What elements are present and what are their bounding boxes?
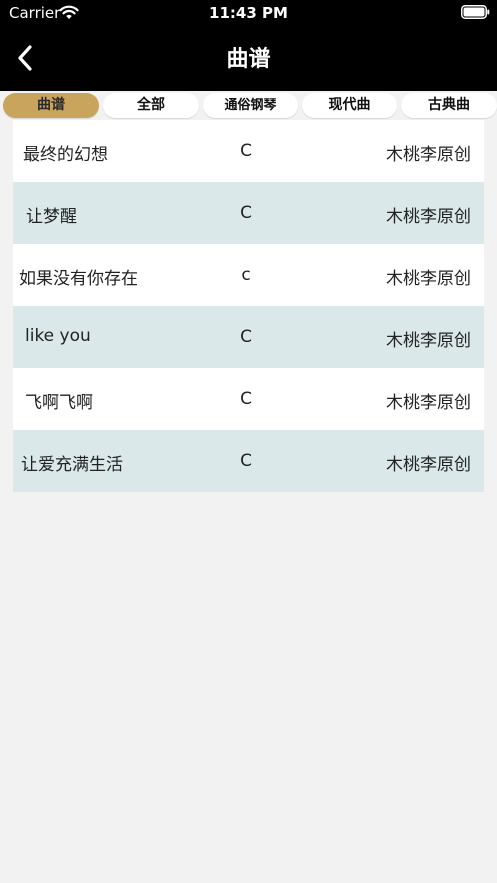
header: Carrier 11:43 PM 曲谱: [0, 0, 497, 91]
song-key: C: [240, 327, 252, 347]
song-row[interactable]: 让梦醒 C 木桃李原创: [13, 182, 484, 244]
song-row[interactable]: 最终的幻想 C 木桃李原创: [13, 120, 484, 182]
song-author: 木桃李原创: [386, 455, 471, 475]
song-author: 木桃李原创: [386, 393, 471, 413]
nav-bar: 曲谱: [0, 26, 497, 91]
song-author: 木桃李原创: [386, 145, 471, 165]
song-title: 如果没有你存在: [19, 269, 138, 289]
tab-sheet-music[interactable]: 曲谱: [3, 93, 99, 118]
song-key: C: [240, 389, 252, 409]
song-author: 木桃李原创: [386, 207, 471, 227]
status-bar: Carrier 11:43 PM: [0, 0, 497, 26]
category-tabs: 曲谱 全部 通俗钢琴 现代曲 古典曲: [0, 91, 497, 119]
song-row[interactable]: 让爱充满生活 C 木桃李原创: [13, 430, 484, 492]
song-title: like you: [25, 326, 91, 346]
song-row[interactable]: 如果没有你存在 c 木桃李原创: [13, 244, 484, 306]
tab-modern[interactable]: 现代曲: [302, 93, 397, 118]
clock: 11:43 PM: [209, 4, 288, 22]
song-title: 让爱充满生活: [21, 455, 123, 475]
tab-classical[interactable]: 古典曲: [401, 93, 497, 118]
song-title: 飞啊飞啊: [25, 393, 93, 413]
song-key: c: [241, 265, 251, 285]
page-title: 曲谱: [226, 47, 271, 72]
battery-icon: [461, 5, 490, 19]
tab-all[interactable]: 全部: [103, 93, 199, 118]
song-author: 木桃李原创: [386, 269, 471, 289]
tab-popular-piano[interactable]: 通俗钢琴: [203, 93, 298, 118]
song-title: 最终的幻想: [23, 145, 108, 165]
song-row[interactable]: 飞啊飞啊 C 木桃李原创: [13, 368, 484, 430]
song-author: 木桃李原创: [386, 331, 471, 351]
song-list: 最终的幻想 C 木桃李原创 让梦醒 C 木桃李原创 如果没有你存在 c 木桃李原…: [13, 120, 484, 492]
song-key: C: [240, 203, 252, 223]
song-row[interactable]: like you C 木桃李原创: [13, 306, 484, 368]
song-title: 让梦醒: [26, 207, 77, 227]
song-key: C: [240, 141, 252, 161]
song-key: C: [240, 451, 252, 471]
